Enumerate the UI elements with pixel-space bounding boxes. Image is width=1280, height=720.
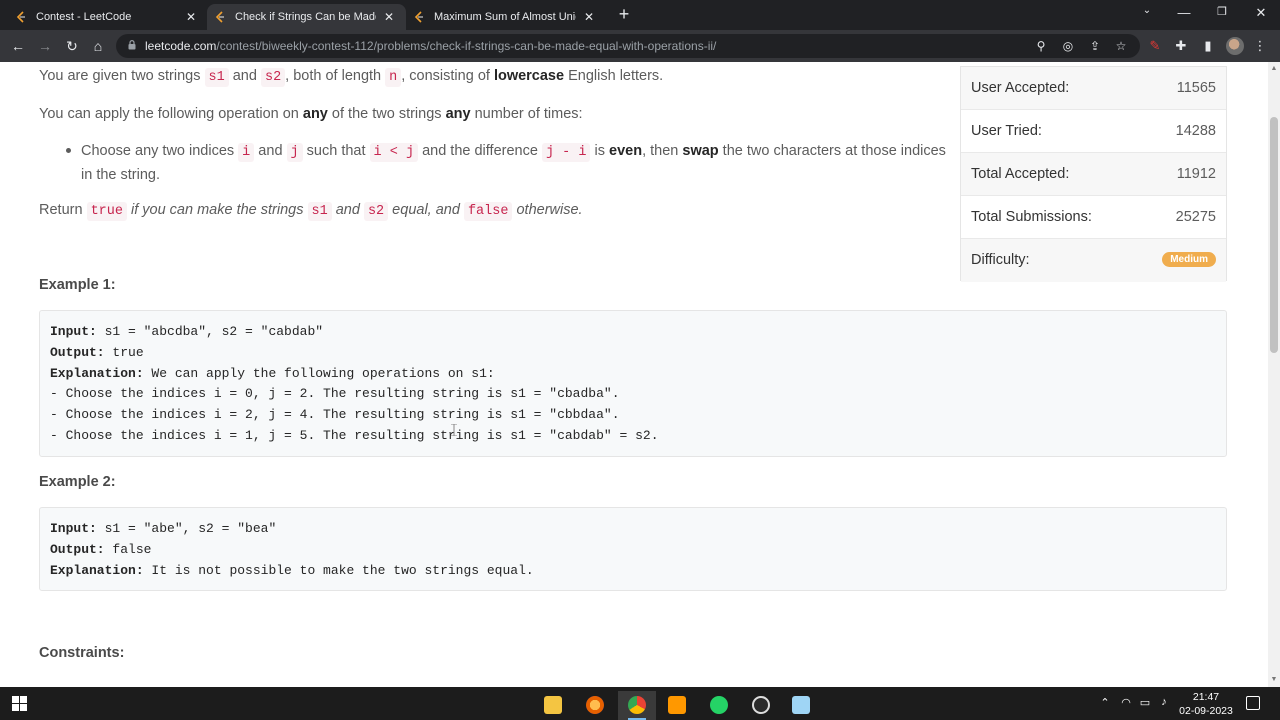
notification-icon[interactable] <box>1246 696 1260 710</box>
side-panel-icon[interactable]: ▮ <box>1200 38 1216 54</box>
example-1-block: Input: s1 = "abcdba", s2 = "cabdab" Outp… <box>39 310 1227 457</box>
explanation-line: - Choose the indices i = 2, j = 4. The r… <box>50 407 620 423</box>
share-icon[interactable]: ⇪ <box>1088 39 1102 53</box>
back-icon[interactable]: ← <box>9 37 27 55</box>
scroll-thumb[interactable] <box>1270 117 1278 353</box>
page-scrollbar[interactable]: ▲ ▼ <box>1268 62 1280 687</box>
reload-icon[interactable]: ↻ <box>63 37 81 55</box>
extension-red-icon[interactable]: ✎ <box>1147 38 1163 54</box>
problem-page: You are given two strings s1 and s2, bot… <box>0 62 1268 687</box>
tracking-eye-icon[interactable]: ◎ <box>1061 39 1075 53</box>
browser-toolbar: ← → ↻ ⌂ leetcode.com/contest/biweekly-co… <box>0 30 1280 62</box>
browser-tab-bar: Contest - LeetCode ✕ Check if Strings Ca… <box>0 0 1280 30</box>
firefox-icon <box>586 696 604 714</box>
explanation-line: - Choose the indices i = 0, j = 2. The r… <box>50 386 620 402</box>
problem-paragraph-return: Return true if you can make the strings … <box>39 202 583 221</box>
tray-chevron-icon[interactable]: ⌃ <box>1098 696 1112 709</box>
leetcode-favicon-icon <box>414 11 423 23</box>
bullet-dot <box>66 148 71 153</box>
leetcode-favicon-icon <box>16 11 25 23</box>
taskbar-whatsapp[interactable] <box>700 691 738 720</box>
scroll-up-icon[interactable]: ▲ <box>1270 65 1278 72</box>
tab-maximum-sum[interactable]: Maximum Sum of Almost Unique ✕ <box>406 4 606 30</box>
menu-icon[interactable]: ⋮ <box>1252 38 1268 54</box>
stat-row-user-tried: User Tried: 14288 <box>961 110 1226 153</box>
difficulty-badge: Medium <box>1162 252 1216 267</box>
sublime-text-icon <box>668 696 686 714</box>
tab-close-icon[interactable]: ✕ <box>184 10 198 24</box>
explanation-line: - Choose the indices i = 1, j = 5. The r… <box>50 427 659 443</box>
tab-search-icon[interactable]: ⌄ <box>1137 5 1157 16</box>
obs-icon <box>752 696 770 714</box>
new-tab-button[interactable]: + <box>614 5 634 25</box>
notepad-icon <box>792 696 810 714</box>
stat-row-difficulty: Difficulty: Medium <box>961 239 1226 282</box>
volume-icon[interactable]: ♪ <box>1157 696 1171 708</box>
tab-contest[interactable]: Contest - LeetCode ✕ <box>8 4 208 30</box>
stat-row-total-submissions: Total Submissions: 25275 <box>961 196 1226 239</box>
problem-paragraph-1: You are given two strings s1 and s2, bot… <box>39 68 664 87</box>
leetcode-favicon-icon <box>215 11 224 23</box>
tab-title: Check if Strings Can be Made Eq <box>235 11 376 23</box>
taskbar-obs[interactable] <box>742 691 780 720</box>
lock-icon <box>128 40 136 50</box>
tab-title: Maximum Sum of Almost Unique <box>434 11 576 23</box>
whatsapp-icon <box>710 696 728 714</box>
tab-title: Contest - LeetCode <box>36 11 132 23</box>
chrome-icon <box>628 696 646 714</box>
example-1-title: Example 1: <box>39 277 116 293</box>
tab-close-icon[interactable]: ✕ <box>582 10 596 24</box>
operation-bullet: Choose any two indices i and j such that… <box>81 143 946 183</box>
stat-row-user-accepted: User Accepted: 11565 <box>961 67 1226 110</box>
wifi-icon[interactable]: ◠ <box>1119 696 1133 709</box>
taskbar-file-explorer[interactable] <box>534 691 572 720</box>
stats-panel: User Accepted: 11565 User Tried: 14288 T… <box>960 66 1227 282</box>
extensions-puzzle-icon[interactable]: ✚ <box>1173 38 1189 54</box>
windows-taskbar: ⌃ ◠ ▭ ♪ 21:47 02-09-2023 <box>0 687 1280 720</box>
maximize-icon[interactable]: ❐ <box>1212 5 1232 18</box>
forward-icon[interactable]: → <box>36 37 54 55</box>
constraints-title: Constraints: <box>39 645 125 661</box>
taskbar-sublime[interactable] <box>658 691 696 720</box>
taskbar-clock[interactable]: 21:47 02-09-2023 <box>1178 690 1234 718</box>
zoom-icon[interactable]: ⚲ <box>1034 39 1048 53</box>
url-text: leetcode.com/contest/biweekly-contest-11… <box>145 39 717 53</box>
address-bar[interactable]: leetcode.com/contest/biweekly-contest-11… <box>116 34 1140 58</box>
home-icon[interactable]: ⌂ <box>89 37 107 55</box>
battery-icon[interactable]: ▭ <box>1138 696 1152 709</box>
profile-avatar[interactable] <box>1226 37 1244 55</box>
bookmark-star-icon[interactable]: ☆ <box>1114 39 1128 53</box>
tab-close-icon[interactable]: ✕ <box>382 10 396 24</box>
folder-icon <box>544 696 562 714</box>
scroll-down-icon[interactable]: ▼ <box>1270 676 1278 683</box>
example-2-block: Input: s1 = "abe", s2 = "bea" Output: fa… <box>39 507 1227 591</box>
example-2-title: Example 2: <box>39 474 116 490</box>
close-window-icon[interactable]: ✕ <box>1251 5 1271 21</box>
problem-paragraph-2: You can apply the following operation on… <box>39 106 583 122</box>
windows-start-icon[interactable] <box>12 696 27 711</box>
taskbar-firefox[interactable] <box>576 691 614 720</box>
taskbar-notepad[interactable] <box>782 691 820 720</box>
stat-row-total-accepted: Total Accepted: 11912 <box>961 153 1226 196</box>
minimize-icon[interactable]: — <box>1174 5 1194 20</box>
text-cursor-icon <box>451 424 457 436</box>
taskbar-chrome[interactable] <box>618 691 656 720</box>
tab-check-if-strings[interactable]: Check if Strings Can be Made Eq ✕ <box>207 4 406 30</box>
